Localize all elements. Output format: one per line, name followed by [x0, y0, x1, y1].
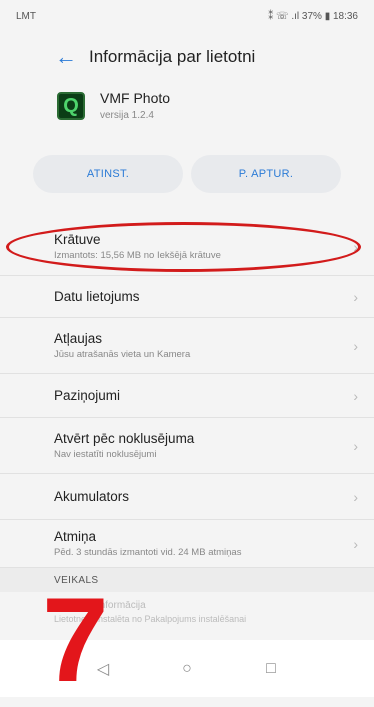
list-item-title: Krātuve [54, 232, 101, 247]
app-header: Q VMF Photo versija 1.2.4 [0, 82, 374, 142]
action-buttons: ATINST. P. APTUR. [0, 155, 374, 195]
status-bar: LMT ⁑ ☏ .ıl 37% ▮ 18:36 [0, 0, 374, 32]
home-circle-icon[interactable]: ○ [175, 660, 199, 678]
list-item-open-by-default[interactable]: Atvērt pēc noklusējuma Nav iestatīti nok… [0, 418, 374, 474]
chevron-right-icon: › [353, 288, 358, 305]
chevron-right-icon: › [353, 337, 358, 354]
list-item-permissions[interactable]: Atļaujas Jūsu atrašanās vieta un Kamera … [0, 318, 374, 374]
list-item-title: Akumulators [54, 489, 130, 504]
chevron-right-icon: › [353, 535, 358, 552]
list-item-battery[interactable]: Akumulators › [0, 474, 374, 520]
list-item-notifications[interactable]: Paziņojumi › [0, 374, 374, 418]
chevron-right-icon: › [353, 238, 358, 255]
status-indicators: ⁑ ☏ .ıl 37% ▮ 18:36 [268, 10, 358, 22]
chevron-right-icon: › [353, 488, 358, 505]
list-item-memory[interactable]: Atmiņa Pēd. 3 stundās izmantoti vid. 24 … [0, 520, 374, 568]
app-icon: Q [57, 92, 85, 120]
force-stop-button[interactable]: P. APTUR. [191, 155, 341, 193]
list-item-title: Atļaujas [54, 331, 103, 346]
carrier-label: LMT [16, 10, 36, 22]
list-item-storage[interactable]: Krātuve Izmantots: 15,56 MB no Iekšējā k… [0, 218, 374, 276]
uninstall-button[interactable]: ATINST. [33, 155, 183, 193]
list-item-title: Datu lietojums [54, 289, 140, 304]
chevron-right-icon: › [353, 387, 358, 404]
step-number-annotation: 7 [42, 573, 109, 707]
list-item-subtitle: Nav iestatīti noklusējumi [54, 449, 157, 460]
list-item-subtitle: Jūsu atrašanās vieta un Kamera [54, 349, 191, 360]
chevron-right-icon: › [353, 437, 358, 454]
list-item-data-usage[interactable]: Datu lietojums › [0, 276, 374, 318]
page-title: Informācija par lietotni [89, 47, 256, 66]
app-meta: VMF Photo versija 1.2.4 [100, 90, 170, 121]
app-bar: ← Informācija par lietotni [0, 32, 374, 82]
app-version: versija 1.2.4 [100, 110, 154, 121]
list-item-title: Paziņojumi [54, 388, 121, 403]
app-name: VMF Photo [100, 90, 171, 106]
list-item-title: Atmiņa [54, 529, 97, 544]
recents-square-icon[interactable]: □ [259, 660, 283, 678]
list-item-subtitle: Izmantots: 15,56 MB no Iekšējā krātuve [54, 250, 221, 261]
list-item-subtitle: Pēd. 3 stundās izmantoti vid. 24 MB atmi… [54, 547, 242, 558]
list-item-title: Atvērt pēc noklusējuma [54, 431, 195, 446]
settings-list: Krātuve Izmantots: 15,56 MB no Iekšējā k… [0, 218, 374, 568]
